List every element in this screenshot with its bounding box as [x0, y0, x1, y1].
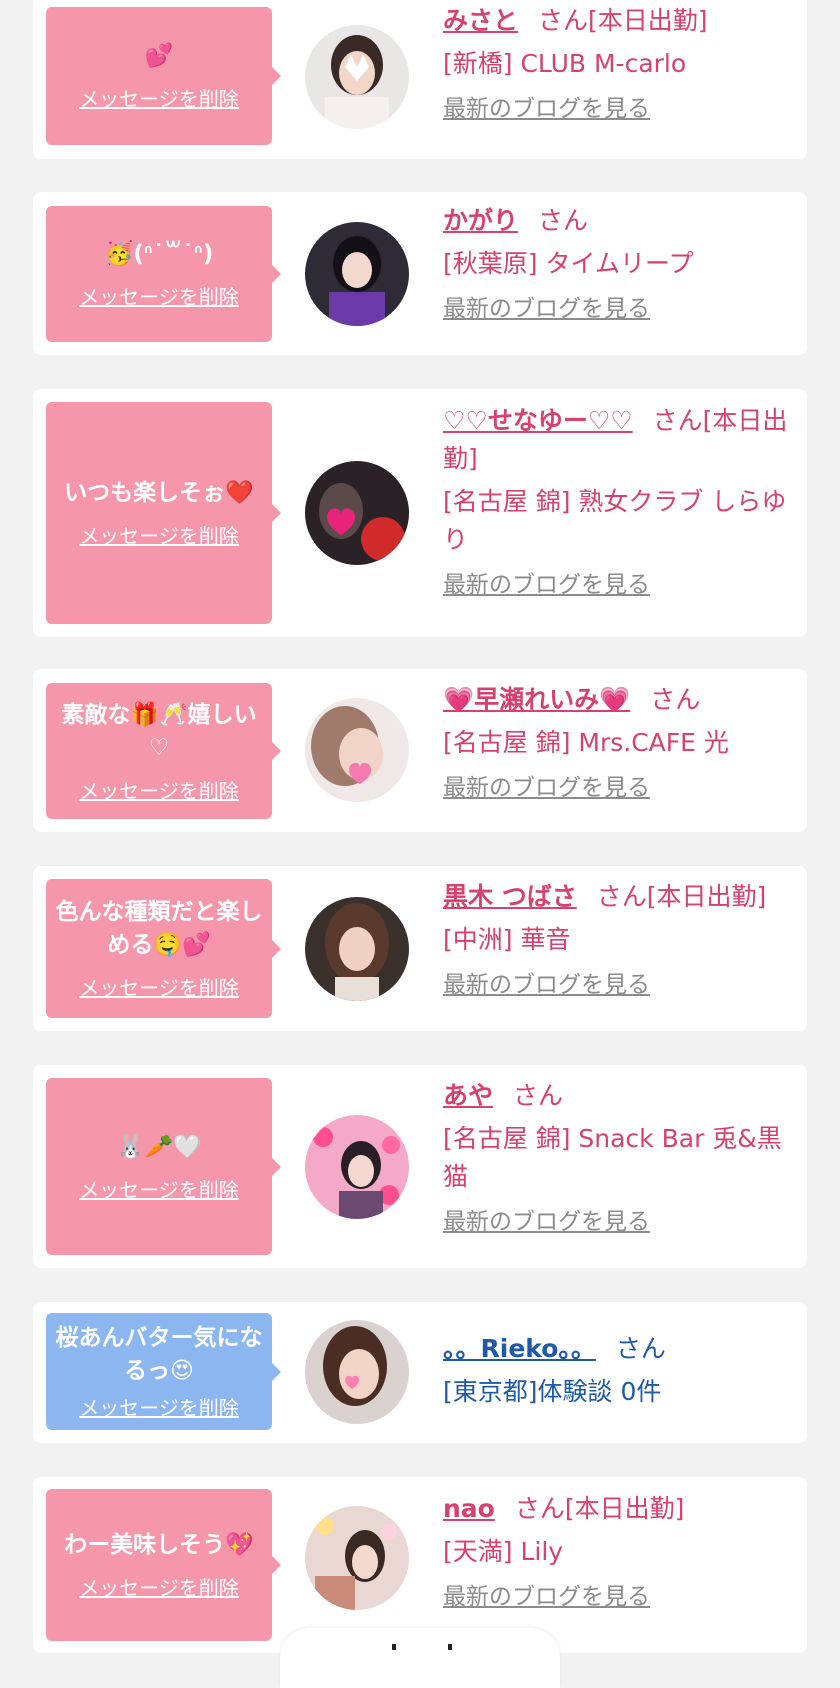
message-text: いつも楽しそぉ❤️	[64, 480, 254, 506]
latest-blog-link[interactable]: 最新のブログを見る	[443, 772, 793, 804]
message-bubble: いつも楽しそぉ❤️ メッセージを削除	[46, 402, 281, 624]
girl-name-link[interactable]: 。。Rieko。。	[443, 1334, 596, 1363]
bottom-tab-bar[interactable]	[280, 1628, 560, 1688]
girl-name-link[interactable]: あや	[443, 1081, 493, 1110]
message-text: 色んな種類だと楽しめる🤤💕	[55, 899, 263, 958]
name-line: 。。Rieko。。 さん	[443, 1330, 793, 1368]
girl-name-link[interactable]: 💗早瀬れいみ💗	[443, 685, 630, 714]
shop-name: [名古屋 錦] Snack Bar 兎&黒猫	[443, 1124, 782, 1191]
latest-blog-link[interactable]: 最新のブログを見る	[443, 569, 793, 601]
honorific: さん	[514, 1494, 565, 1523]
attendance-status: [本日出勤]	[564, 1494, 685, 1523]
avatar[interactable]	[305, 222, 409, 326]
avatar[interactable]	[305, 25, 409, 129]
shop-name: [天満] Lily	[443, 1537, 564, 1566]
message-text: 🥳(ᐢ˙꒳˙ᐢ)	[104, 241, 214, 267]
message-text: 🐰🥕🤍	[116, 1133, 202, 1160]
message-text: わー美味しそう💖	[64, 1532, 254, 1558]
message-bubble: 🥳(ᐢ˙꒳˙ᐢ) メッセージを削除	[46, 206, 281, 342]
girl-info: 💗早瀬れいみ💗 さん [名古屋 錦] Mrs.CAFE 光 最新のブログを見る	[443, 681, 793, 804]
honorific: さん	[538, 206, 589, 235]
delete-message-link[interactable]: メッセージを削除	[79, 83, 239, 112]
girl-name-link[interactable]: かがり	[443, 206, 518, 235]
message-bubble: 色んな種類だと楽しめる🤤💕 メッセージを削除	[46, 879, 281, 1018]
girl-info: あや さん [名古屋 錦] Snack Bar 兎&黒猫 最新のブログを見る	[443, 1077, 793, 1238]
shop-name: [東京都]体験談 0件	[443, 1377, 662, 1406]
message-bubble: わー美味しそう💖 メッセージを削除	[46, 1489, 281, 1641]
latest-blog-link[interactable]: 最新のブログを見る	[443, 1581, 793, 1613]
message-card: 🐰🥕🤍 メッセージを削除 あや さん [名古屋 錦] Snack Bar 兎&黒猫…	[33, 1065, 807, 1268]
delete-message-link[interactable]: メッセージを削除	[79, 520, 239, 549]
message-card: いつも楽しそぉ❤️ メッセージを削除 ♡♡せなゆー♡♡ さん[本日出勤] [名古屋…	[33, 389, 807, 637]
latest-blog-link[interactable]: 最新のブログを見る	[443, 1206, 793, 1238]
avatar[interactable]	[305, 1506, 409, 1610]
honorific: さん	[615, 1334, 666, 1363]
message-text: 💕	[144, 43, 174, 69]
name-line: あや さん	[443, 1077, 793, 1115]
latest-blog-link[interactable]: 最新のブログを見る	[443, 293, 793, 325]
girl-info: ♡♡せなゆー♡♡ さん[本日出勤] [名古屋 錦] 熟女クラブ しらゆり 最新のブ…	[443, 402, 793, 601]
tab-handle	[392, 1644, 452, 1650]
attendance-status: [本日出勤]	[588, 6, 708, 35]
girl-name-link[interactable]: nao	[443, 1494, 495, 1523]
name-line: かがり さん	[443, 202, 793, 240]
message-card: 🥳(ᐢ˙꒳˙ᐢ) メッセージを削除 かがり さん [秋葉原] タイムリープ 最新の…	[33, 192, 807, 355]
girl-name-link[interactable]: ♡♡せなゆー♡♡	[443, 406, 633, 435]
girl-name-link[interactable]: みさと	[443, 6, 518, 35]
avatar[interactable]	[305, 698, 409, 802]
name-line: ♡♡せなゆー♡♡ さん[本日出勤]	[443, 402, 793, 478]
name-line: 黒木 つばさ さん[本日出勤]	[443, 878, 793, 916]
avatar[interactable]	[305, 461, 409, 565]
delete-message-link[interactable]: メッセージを削除	[79, 1174, 239, 1203]
name-line: 💗早瀬れいみ💗 さん	[443, 681, 793, 719]
message-card: 素敵な🎁🥂嬉しい♡ メッセージを削除 💗早瀬れいみ💗 さん [名古屋 錦] Mrs…	[33, 669, 807, 832]
message-text: 桜あんバター気になるっ😍	[55, 1325, 263, 1384]
avatar[interactable]	[305, 897, 409, 1001]
girl-info: 。。Rieko。。 さん [東京都]体験談 0件	[443, 1330, 793, 1411]
honorific: さん	[596, 882, 647, 911]
message-bubble: 🐰🥕🤍 メッセージを削除	[46, 1078, 281, 1255]
delete-message-link[interactable]: メッセージを削除	[79, 1572, 239, 1601]
honorific: さん	[538, 6, 589, 35]
message-bubble: 素敵な🎁🥂嬉しい♡ メッセージを削除	[46, 683, 281, 819]
message-card: 桜あんバター気になるっ😍 メッセージを削除 。。Rieko。。 さん [東京都]体…	[33, 1302, 807, 1443]
girl-info: みさと さん[本日出勤] [新橋] CLUB M-carlo 最新のブログを見る	[443, 2, 793, 125]
honorific: さん	[652, 406, 703, 435]
attendance-status: [本日出勤]	[646, 882, 767, 911]
message-card: 色んな種類だと楽しめる🤤💕 メッセージを削除 黒木 つばさ さん[本日出勤] [中…	[33, 866, 807, 1031]
message-text: 素敵な🎁🥂嬉しい♡	[61, 701, 257, 761]
message-card: 💕 メッセージを削除 みさと さん[本日出勤] [新橋] CLUB M-carlo…	[33, 0, 807, 159]
latest-blog-link[interactable]: 最新のブログを見る	[443, 969, 793, 1001]
delete-message-link[interactable]: メッセージを削除	[79, 775, 239, 804]
girl-info: かがり さん [秋葉原] タイムリープ 最新のブログを見る	[443, 202, 793, 325]
avatar[interactable]	[305, 1320, 409, 1424]
girl-info: 黒木 つばさ さん[本日出勤] [中洲] 華音 最新のブログを見る	[443, 878, 793, 1001]
name-line: みさと さん[本日出勤]	[443, 2, 793, 40]
latest-blog-link[interactable]: 最新のブログを見る	[443, 93, 793, 125]
message-bubble: 桜あんバター気になるっ😍 メッセージを削除	[46, 1313, 281, 1430]
delete-message-link[interactable]: メッセージを削除	[79, 1392, 239, 1421]
shop-name: [新橋] CLUB M-carlo	[443, 49, 687, 78]
girl-name-link[interactable]: 黒木 つばさ	[443, 882, 577, 911]
avatar[interactable]	[305, 1115, 409, 1219]
honorific: さん	[513, 1081, 564, 1110]
message-card: わー美味しそう💖 メッセージを削除 nao さん[本日出勤] [天満] Lily …	[33, 1477, 807, 1653]
girl-info: nao さん[本日出勤] [天満] Lily 最新のブログを見る	[443, 1490, 793, 1613]
name-line: nao さん[本日出勤]	[443, 1490, 793, 1528]
honorific: さん	[650, 685, 701, 714]
shop-name: [名古屋 錦] Mrs.CAFE 光	[443, 728, 729, 757]
delete-message-link[interactable]: メッセージを削除	[79, 281, 239, 310]
message-bubble: 💕 メッセージを削除	[46, 7, 281, 145]
delete-message-link[interactable]: メッセージを削除	[79, 972, 239, 1001]
shop-name: [名古屋 錦] 熟女クラブ しらゆり	[443, 487, 787, 554]
shop-name: [秋葉原] タイムリープ	[443, 249, 694, 278]
shop-name: [中洲] 華音	[443, 925, 571, 954]
